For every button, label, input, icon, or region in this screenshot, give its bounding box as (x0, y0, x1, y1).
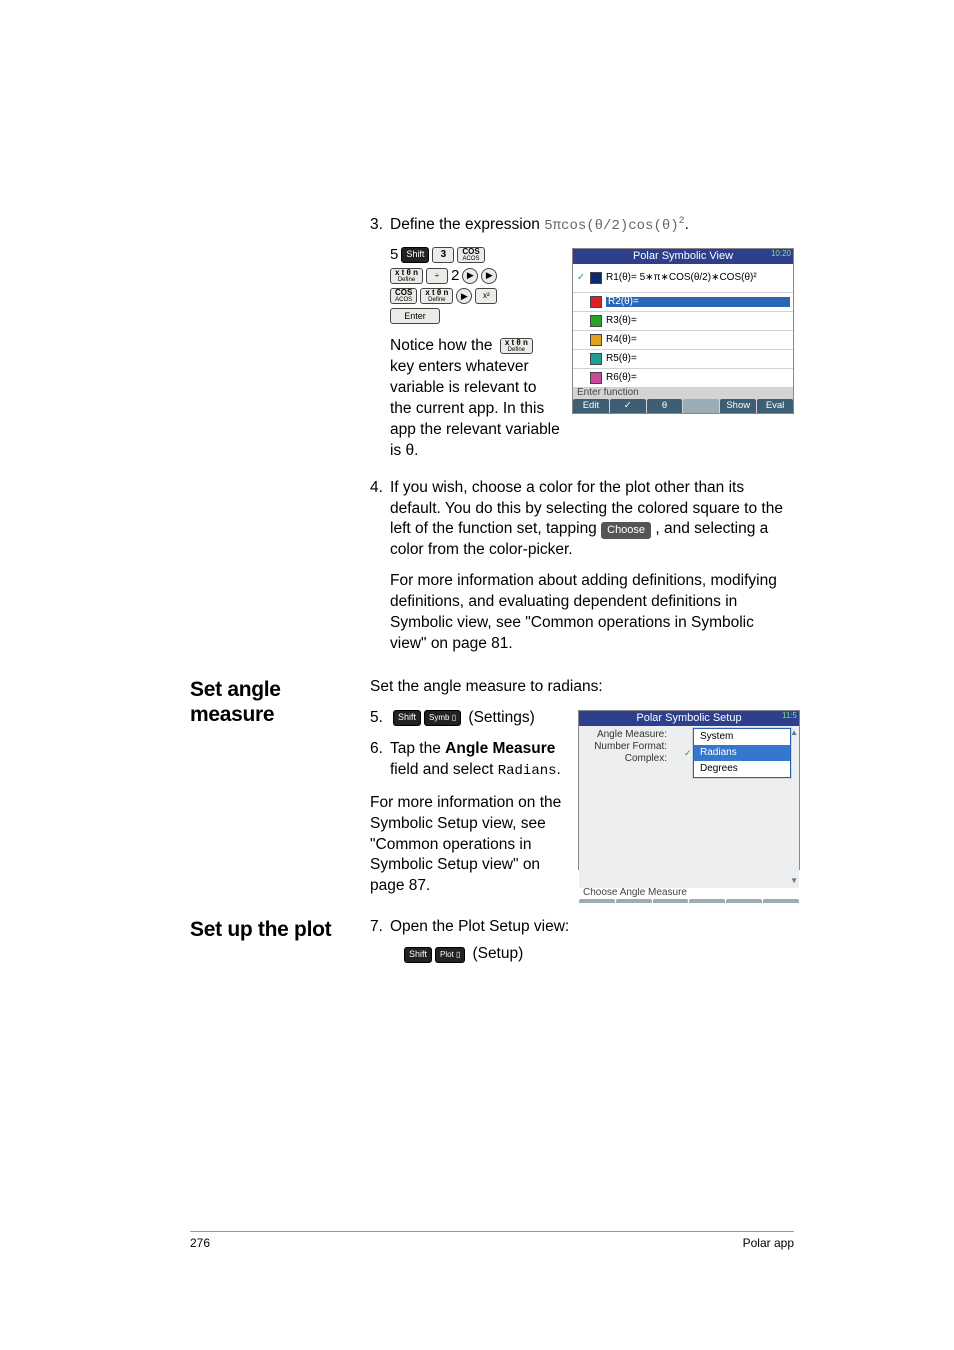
calc1-r3: R3(θ)= (606, 316, 790, 326)
step-3: 3. Define the expression 5πcos(θ/2)cos(θ… (370, 215, 794, 236)
step-4: 4. If you wish, choose a color for the p… (370, 478, 794, 562)
label-number-format: Number Format: (585, 742, 671, 752)
step-6-number: 6. (370, 739, 390, 781)
xttn-key-inline: x t θ nDefine (500, 338, 533, 354)
shift-key-step7: Shift (404, 947, 432, 963)
polar-symbolic-setup-screenshot: Polar Symbolic Setup 11:5 ▲ ▼ Angle Meas… (578, 710, 800, 870)
calc2-title: Polar Symbolic Setup (636, 712, 741, 724)
softkey-check: ✓ (610, 399, 646, 413)
step-4-number: 4. (370, 478, 390, 562)
divide-key: ÷ (426, 268, 448, 284)
step-3-text-after: . (685, 216, 689, 233)
calc1-r5: R5(θ)= (606, 354, 790, 364)
calc1-enter-prompt: Enter function (573, 388, 793, 399)
cos-key: COSACOS (457, 247, 484, 263)
x-squared-key: x² (475, 288, 497, 304)
notice-b: key enters whatever variable is relevant… (390, 358, 560, 459)
softkey-empty (683, 399, 719, 413)
scroll-down-icon: ▼ (790, 877, 798, 885)
heading-set-angle-measure: Set angle measure (190, 677, 358, 727)
dropdown-opt-system: System (694, 729, 790, 745)
calc1-r4: R4(θ)= (606, 335, 790, 345)
label-complex: Complex: (585, 754, 671, 764)
footer-section: Polar app (743, 1236, 794, 1250)
three-key: 3 (432, 247, 454, 263)
cos-key-2: COSACOS (390, 288, 417, 304)
key-two-label: 2 (451, 267, 459, 284)
footer-page-number: 276 (190, 1236, 210, 1250)
color-swatch-1 (590, 272, 602, 284)
cursor-right-key-2: ▶ (481, 268, 497, 284)
color-swatch-5 (590, 353, 602, 365)
color-swatch-2 (590, 296, 602, 308)
symb-key: Symb ▯ (424, 710, 461, 726)
softkey-show: Show (720, 399, 756, 413)
plot-key: Plot ▯ (435, 947, 465, 963)
step-3-expression: 5πcos(θ/2)cos(θ) (544, 218, 678, 234)
calc1-battery: 10:20 (771, 250, 791, 258)
label-angle-measure: Angle Measure: (585, 730, 671, 740)
calc1-r6: R6(θ)= (606, 373, 790, 383)
step-3-number: 3. (370, 215, 390, 236)
xttn-key: x t θ nDefine (390, 268, 423, 284)
shift-key: Shift (401, 247, 429, 263)
step-7: 7. Open the Plot Setup view: Shift Plot … (370, 917, 794, 969)
calc2-status: Choose Angle Measure (579, 888, 799, 899)
step-7-number: 7. (370, 917, 390, 969)
step-6-mono: Radians (498, 763, 557, 779)
step-5-number: 5. (370, 708, 390, 729)
choose-pill: Choose (601, 522, 651, 539)
cursor-right-key-3: ▶ (456, 288, 472, 304)
color-swatch-4 (590, 334, 602, 346)
polar-symbolic-view-screenshot: Polar Symbolic View 10:20 ✓ R1(θ)= 5∗π∗C… (572, 248, 794, 414)
scroll-up-icon: ▲ (790, 729, 798, 737)
softkey-theta: θ (647, 399, 683, 413)
angle-lead: Set the angle measure to radians: (370, 677, 794, 698)
softkey-edit: Edit (573, 399, 609, 413)
step-7-text: Open the Plot Setup view: (390, 917, 794, 938)
shift-key-step5: Shift (393, 710, 421, 726)
step-6-text-a: Tap the (390, 740, 445, 757)
calc2-battery: 11:5 (782, 712, 797, 720)
step-6: 6. Tap the Angle Measure field and selec… (370, 739, 566, 781)
step-5-paren: (Settings) (468, 709, 534, 726)
key-five-label: 5 (390, 246, 398, 263)
calc1-r1: R1(θ)= 5∗π∗COS(θ/2)∗COS(θ)² (606, 273, 790, 283)
notice-a: Notice how the (390, 337, 497, 354)
color-swatch-3 (590, 315, 602, 327)
step-6-text-c: . (557, 761, 561, 778)
check-icon: ✓ (576, 273, 586, 283)
enter-key: Enter (390, 308, 440, 324)
step-5: 5. Shift Symb ▯ (Settings) (370, 708, 566, 729)
after-step-4-para: For more information about adding defini… (390, 571, 794, 655)
xttn-key-2: x t θ nDefine (420, 288, 453, 304)
cursor-right-key-1: ▶ (462, 268, 478, 284)
color-swatch-6 (590, 372, 602, 384)
step-6-bold: Angle Measure (445, 740, 555, 757)
dropdown-opt-radians: Radians (694, 745, 790, 761)
step-3-text-before: Define the expression (390, 216, 544, 233)
angle-measure-dropdown: System Radians Degrees (693, 728, 791, 778)
step-7-paren: (Setup) (472, 944, 523, 965)
calc1-r2: R2(θ)= (606, 297, 790, 307)
softkey-eval: Eval (757, 399, 793, 413)
step-6-text-b: field and select (390, 761, 498, 778)
calc1-title: Polar Symbolic View (633, 250, 733, 262)
heading-set-up-the-plot: Set up the plot (190, 917, 358, 942)
page-footer: 276 Polar app (190, 1231, 794, 1250)
dropdown-opt-degrees: Degrees (694, 761, 790, 777)
